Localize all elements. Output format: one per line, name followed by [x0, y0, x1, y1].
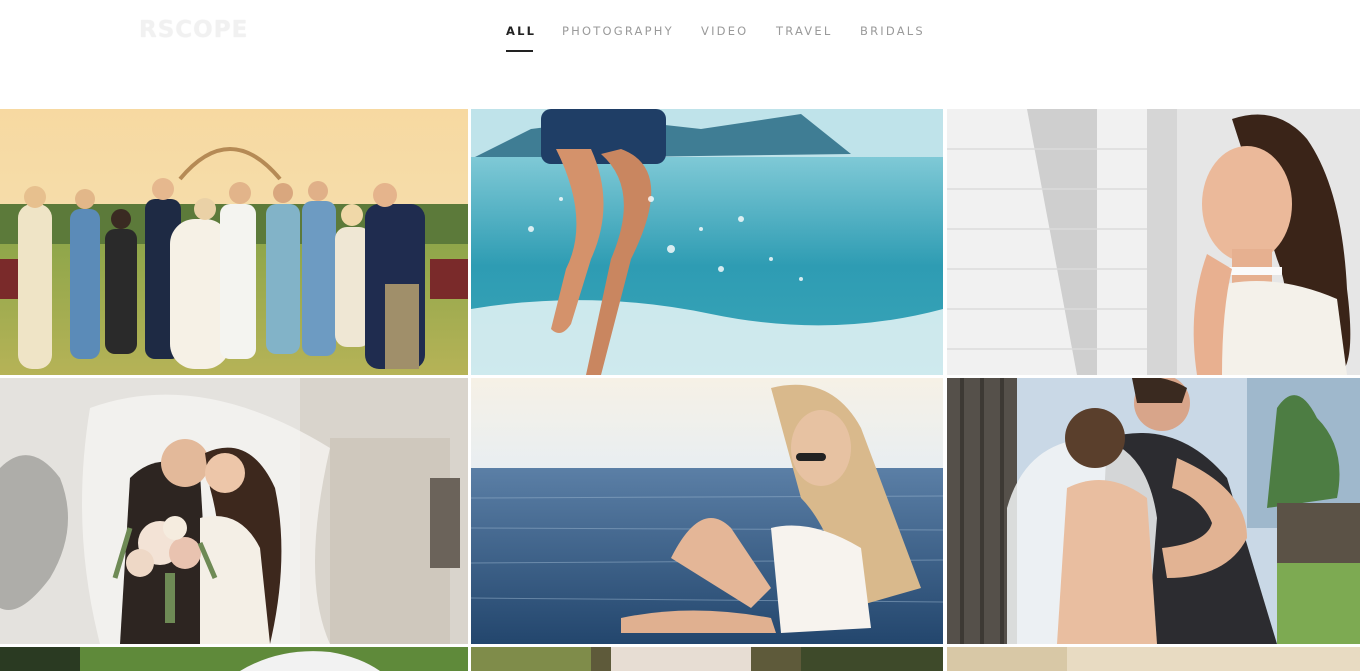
- sunlit-photo: [947, 647, 1360, 671]
- gallery-item-portrait[interactable]: [947, 109, 1360, 375]
- gallery-item-bride-groom[interactable]: [947, 378, 1360, 644]
- filter-nav: ALL PHOTOGRAPHY VIDEO TRAVEL BRIDALS: [0, 24, 1360, 54]
- filter-photography[interactable]: PHOTOGRAPHY: [562, 24, 674, 38]
- filter-bridals[interactable]: BRIDALS: [860, 24, 925, 38]
- gallery-item-bride-lace[interactable]: [471, 647, 943, 671]
- bride-lace-photo: [471, 647, 943, 671]
- filter-travel[interactable]: TRAVEL: [776, 24, 832, 38]
- wedding-party-photo: [0, 109, 468, 375]
- gallery-item-sunlit[interactable]: [947, 647, 1360, 671]
- gallery-item-bride-grass[interactable]: [0, 647, 468, 671]
- gallery-item-couple-veil[interactable]: [0, 378, 468, 644]
- portfolio-grid: [0, 109, 1360, 671]
- gallery-item-sea-splash[interactable]: [471, 109, 943, 375]
- gallery-item-woman-sea[interactable]: [471, 378, 943, 644]
- woman-sea-photo: [471, 378, 943, 644]
- bride-groom-photo: [947, 378, 1360, 644]
- bride-grass-photo: [0, 647, 468, 671]
- portrait-photo: [947, 109, 1360, 375]
- couple-veil-photo: [0, 378, 468, 644]
- filter-video[interactable]: VIDEO: [701, 24, 748, 38]
- active-filter-underline: [506, 50, 533, 52]
- site-header: RSCOPE ALL PHOTOGRAPHY VIDEO TRAVEL BRID…: [0, 0, 1360, 109]
- filter-all[interactable]: ALL: [506, 24, 536, 38]
- gallery-item-wedding-party[interactable]: [0, 109, 468, 375]
- sea-splash-photo: [471, 109, 943, 375]
